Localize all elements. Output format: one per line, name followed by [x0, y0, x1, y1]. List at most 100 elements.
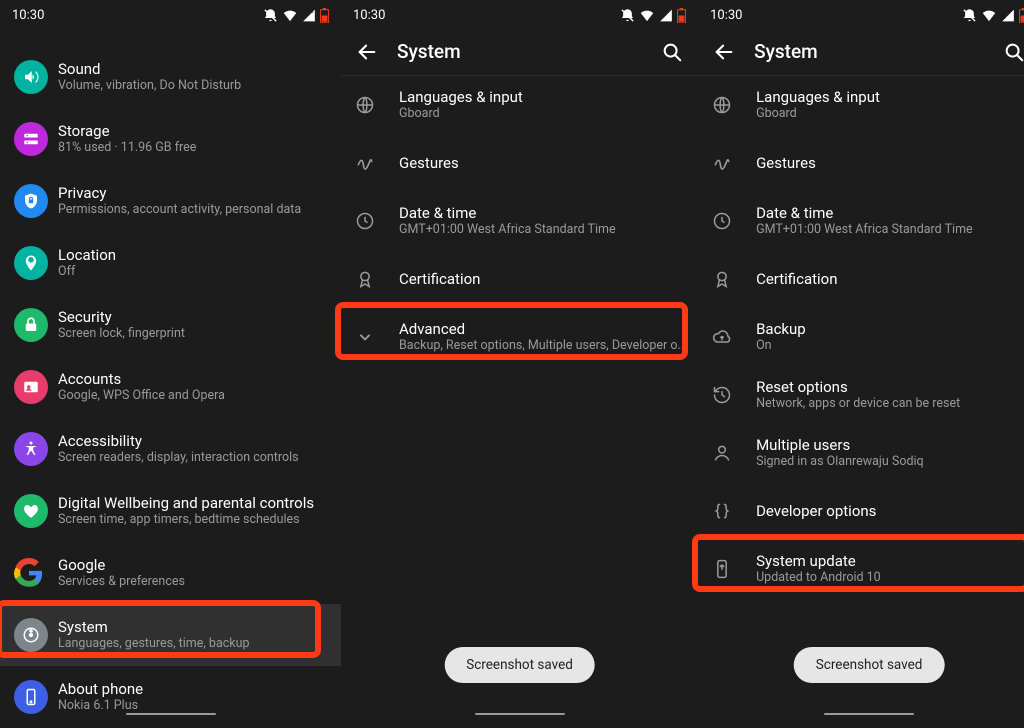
status-icons: x — [263, 8, 329, 23]
settings-row[interactable]: SoundVolume, vibration, Do Not Disturb — [0, 46, 341, 108]
back-button[interactable] — [353, 41, 381, 63]
row-icon — [14, 618, 58, 652]
row-subtitle: Gboard — [399, 106, 684, 122]
row-subtitle: Google, WPS Office and Opera — [58, 388, 327, 404]
row-title: Certification — [756, 270, 1024, 289]
svg-text:x: x — [311, 9, 314, 15]
page-title: System — [738, 40, 1000, 63]
row-title: Storage — [58, 122, 327, 141]
row-title: Advanced — [399, 320, 684, 339]
wifi-icon — [282, 8, 298, 23]
row-title: Digital Wellbeing and parental controls — [58, 494, 327, 513]
status-bar: 10:30 x — [0, 0, 341, 28]
system-row[interactable]: Multiple usersSigned in as Olanrewaju So… — [698, 424, 1024, 482]
phone-1-settings-list: 10:30 x SoundVolume, vibration, Do Not D… — [0, 0, 341, 721]
system-row[interactable]: Reset optionsNetwork, apps or device can… — [698, 366, 1024, 424]
battery-icon — [677, 8, 686, 23]
settings-row[interactable]: About phoneNokia 6.1 Plus — [0, 666, 341, 728]
system-row[interactable]: Certification — [341, 250, 698, 308]
system-row[interactable]: Languages & inputGboard — [698, 76, 1024, 134]
row-title: Gestures — [756, 154, 1024, 173]
row-subtitle: 81% used · 11.96 GB free — [58, 140, 327, 156]
row-icon — [14, 308, 58, 342]
signal-icon — [659, 8, 673, 23]
row-subtitle: On — [756, 338, 1024, 354]
appbar: System — [698, 28, 1024, 76]
row-icon — [14, 432, 58, 466]
update-icon — [712, 559, 756, 579]
row-title: Multiple users — [756, 436, 1024, 455]
settings-row[interactable]: AccessibilityScreen readers, display, in… — [0, 418, 341, 480]
wifi-icon — [981, 8, 997, 23]
row-title: System — [58, 618, 327, 637]
settings-row[interactable]: AccountsGoogle, WPS Office and Opera — [0, 356, 341, 418]
status-time: 10:30 — [710, 8, 742, 23]
status-icons — [962, 8, 1024, 23]
row-subtitle: GMT+01:00 West Africa Standard Time — [756, 222, 1024, 238]
system-row[interactable]: Languages & inputGboard — [341, 76, 698, 134]
ribbon-icon — [355, 269, 399, 289]
status-time: 10:30 — [353, 8, 385, 23]
system-row[interactable]: BackupOn — [698, 308, 1024, 366]
system-row[interactable]: Date & timeGMT+01:00 West Africa Standar… — [341, 192, 698, 250]
nav-handle[interactable] — [824, 713, 914, 716]
row-title: Reset options — [756, 378, 1024, 397]
row-subtitle: Gboard — [756, 106, 1024, 122]
phone-3-system-expanded: 10:30 System Languages & inputGboard Gest… — [698, 0, 1024, 721]
search-button[interactable] — [658, 41, 686, 63]
settings-row[interactable]: Storage81% used · 11.96 GB free — [0, 108, 341, 170]
page-title: System — [381, 40, 658, 63]
back-button[interactable] — [710, 41, 738, 63]
row-subtitle: Backup, Reset options, Multiple users, D… — [399, 338, 684, 354]
system-row[interactable]: Date & timeGMT+01:00 West Africa Standar… — [698, 192, 1024, 250]
row-subtitle: Permissions, account activity, personal … — [58, 202, 327, 218]
row-subtitle: Services & preferences — [58, 574, 327, 590]
settings-row[interactable]: Digital Wellbeing and parental controlsS… — [0, 480, 341, 542]
nav-handle[interactable] — [475, 713, 565, 716]
row-icon — [14, 246, 58, 280]
search-button[interactable] — [1000, 41, 1024, 63]
row-subtitle: Screen time, app timers, bedtime schedul… — [58, 512, 327, 528]
appbar: System — [341, 28, 698, 76]
chevron-icon — [355, 327, 399, 347]
row-title: About phone — [58, 680, 327, 699]
settings-row[interactable]: PrivacyPermissions, account activity, pe… — [0, 170, 341, 232]
clock-icon — [355, 211, 399, 231]
settings-row[interactable]: LocationOff — [0, 232, 341, 294]
snackbar-screenshot-saved[interactable]: Screenshot saved — [794, 647, 945, 683]
row-title: Developer options — [756, 502, 1024, 521]
system-row[interactable]: Gestures — [698, 134, 1024, 192]
ribbon-icon — [712, 269, 756, 289]
nav-handle[interactable] — [126, 713, 216, 716]
system-row[interactable]: System updateUpdated to Android 10 — [698, 540, 1024, 598]
snackbar-screenshot-saved[interactable]: Screenshot saved — [444, 647, 595, 683]
globe-icon — [712, 95, 756, 115]
dnd-icon — [263, 8, 278, 23]
system-row[interactable]: Certification — [698, 250, 1024, 308]
system-row[interactable]: Gestures — [341, 134, 698, 192]
row-icon — [14, 494, 58, 528]
system-row[interactable]: Developer options — [698, 482, 1024, 540]
status-time: 10:30 — [12, 8, 44, 23]
row-subtitle: Screen readers, display, interaction con… — [58, 450, 327, 466]
row-title: Languages & input — [756, 88, 1024, 107]
row-icon — [14, 184, 58, 218]
system-row[interactable]: AdvancedBackup, Reset options, Multiple … — [341, 308, 698, 366]
status-icons — [620, 8, 686, 23]
row-subtitle: Network, apps or device can be reset — [756, 396, 1024, 412]
row-subtitle: Signed in as Olanrewaju Sodiq — [756, 454, 1024, 470]
row-subtitle: Off — [58, 264, 327, 280]
row-subtitle: Screen lock, fingerprint — [58, 326, 327, 342]
settings-row[interactable]: SystemLanguages, gestures, time, backup — [0, 604, 341, 666]
settings-row[interactable]: GoogleServices & preferences — [0, 542, 341, 604]
row-icon — [14, 370, 58, 404]
row-title: Gestures — [399, 154, 684, 173]
settings-row[interactable]: SecurityScreen lock, fingerprint — [0, 294, 341, 356]
row-icon — [14, 122, 58, 156]
row-title: Backup — [756, 320, 1024, 339]
dnd-icon — [620, 8, 635, 23]
system-list: Languages & inputGboard Gestures Date & ti… — [341, 76, 698, 366]
status-bar: 10:30 — [341, 0, 698, 28]
gesture-icon — [712, 153, 756, 173]
row-title: Google — [58, 556, 327, 575]
